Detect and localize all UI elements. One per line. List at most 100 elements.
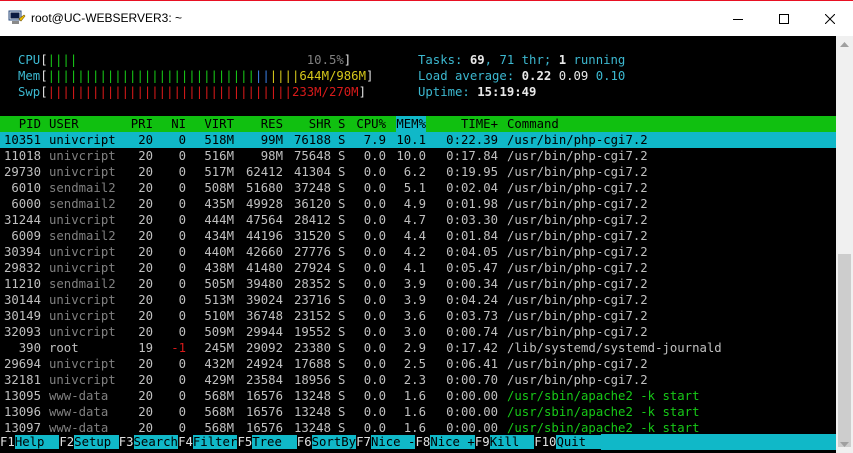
cell-mem: 1.6 [403,405,426,419]
cell-time: 0:22.39 [446,133,498,147]
cell-res: 44196 [245,229,283,243]
fkey-key: F1 [0,435,15,449]
table-row[interactable]: 31244 univcript 20 0 444M 47564 28412 S 0.0 4.7 0:… [0,212,836,228]
column-header-pri[interactable]: PRI [131,116,153,132]
cell-ni: -1 [171,341,186,355]
column-header-res[interactable]: RES [261,116,283,132]
mem-bar-used: |||||||||||||||||||||||||||| [47,69,255,83]
fkey-f5[interactable]: F5Tree [237,434,297,450]
table-row[interactable]: 29832 univcript 20 0 438M 41480 27924 S 0.0 4.1 0:… [0,260,836,276]
cell-shr: 13248 [293,389,331,403]
fkey-f8[interactable]: F8Nice + [415,434,475,450]
scroll-thumb[interactable] [838,254,851,447]
cell-pri: 20 [138,197,153,211]
table-row[interactable]: 13095 www-data 20 0 568M 16576 13248 S 0.0 1.6 0:0… [0,388,836,404]
cell-mem: 4.7 [403,213,426,227]
cell-shr: 23152 [293,309,331,323]
fkey-f2[interactable]: F2Setup [59,434,119,450]
cell-mem: 2.3 [403,373,426,387]
fkey-f1[interactable]: F1Help [0,434,60,450]
table-row[interactable]: 32181 univcript 20 0 429M 23584 18956 S 0.0 2.3 0:… [0,372,836,388]
cell-s: S [338,373,346,387]
column-header-ni[interactable]: NI [171,116,186,132]
table-row[interactable]: 11210 sendmail2 20 0 505M 39480 28352 S 0.0 3.9 0:… [0,276,836,292]
fkey-label: Kill [489,435,535,449]
table-row[interactable]: 32093 univcript 20 0 509M 29944 19552 S 0.0 3.0 0:… [0,324,836,340]
cell-s: S [338,261,346,275]
fkey-f10[interactable]: F10Quit [534,434,601,450]
fkey-f7[interactable]: F7Nice - [356,434,416,450]
mem-bar-buffers: || [254,69,270,83]
fkey-label: Setup [74,435,119,449]
cell-s: S [338,213,346,227]
table-row[interactable]: 13096 www-data 20 0 568M 16576 13248 S 0.0 1.6 0:0… [0,404,836,420]
cell-cmd: /usr/sbin/apache2 -k start [507,389,700,403]
maximize-button[interactable] [761,1,807,37]
table-row-selected[interactable]: 10351 univcript 20 0 518M 99M 76188 S 7.9 10.1 0:2… [0,132,836,148]
vertical-scrollbar[interactable] [836,36,853,453]
column-header-shr[interactable]: SHR [309,116,331,132]
close-button[interactable] [807,1,853,37]
cell-virt: 510M [204,309,234,323]
cell-cmd: /usr/bin/php-cgi7.2 [507,245,648,259]
cell-user: sendmail2 [49,229,116,243]
cell-mem: 3.9 [403,293,426,307]
cell-user: univcript [49,213,116,227]
column-header-time[interactable]: TIME+ [461,116,498,132]
column-header-virt[interactable]: VIRT [204,116,234,132]
cell-cmd: /usr/bin/php-cgi7.2 [507,229,648,243]
cell-s: S [338,325,346,339]
cell-ni: 0 [178,309,186,323]
cell-cpu: 0.0 [363,245,386,259]
fkey-f4[interactable]: F4Filter [178,434,238,450]
cell-ni: 0 [178,149,186,163]
cpu-meter: CPU[|||| 10.5%] [18,53,352,67]
terminal-screen[interactable]: CPU[|||| 10.5%] Mem[||||||||||||||||||||… [0,36,836,453]
cell-ni: 0 [178,197,186,211]
fkey-f6[interactable]: F6SortBy [296,434,357,450]
cell-user: univcript [49,245,116,259]
cell-pid: 29694 [3,357,41,371]
cell-s: S [338,149,346,163]
cell-user: univcript [49,373,116,387]
putty-icon[interactable] [8,10,26,26]
table-row[interactable]: 11018 univcript 20 0 516M 98M 75648 S 0.0 10.0 0:1… [0,148,836,164]
table-row[interactable]: 6009 sendmail2 20 0 434M 44196 31520 S 0.0 4.4 0:0… [0,228,836,244]
cell-cpu: 7.9 [363,133,386,147]
cell-cpu: 0.0 [363,405,386,419]
fkey-key: F5 [237,435,253,449]
fkey-key: F2 [59,435,75,449]
cell-time: 0:06.41 [446,357,498,371]
cell-ni: 0 [178,165,186,179]
cell-virt: 429M [204,373,234,387]
table-row[interactable]: 29694 univcript 20 0 432M 24924 17688 S 0.0 2.5 0:… [0,356,836,372]
column-header-command[interactable]: Command [507,116,559,132]
cell-shr: 75648 [293,149,331,163]
column-header-pid[interactable]: PID [19,116,41,132]
cell-pri: 20 [138,277,153,291]
table-row[interactable]: 30149 univcript 20 0 510M 36748 23152 S 0.0 3.6 0:… [0,308,836,324]
scroll-up-button[interactable] [836,36,853,53]
cell-pri: 20 [138,181,153,195]
fkey-label: Filter [192,435,238,449]
cell-pri: 20 [138,357,153,371]
table-row[interactable]: 6010 sendmail2 20 0 508M 51680 37248 S 0.0 5.1 0:0… [0,180,836,196]
cell-pri: 20 [138,213,153,227]
process-table-header[interactable]: PID USER PRI NI VIRT RES SHR S CPU% MEM% TIME+ Comm… [0,116,836,132]
fkey-f3[interactable]: F3Search [118,434,178,450]
table-row[interactable]: 390 root 19 -1 245M 29092 23380 S 0.0 2.9 0:17.42 /… [0,340,836,356]
fkey-f9[interactable]: F9Kill [474,434,535,450]
table-row[interactable]: 30394 univcript 20 0 440M 42660 27776 S 0.0 4.2 0:… [0,244,836,260]
column-header-mem[interactable]: MEM% [396,116,426,132]
minimize-button[interactable] [715,1,761,37]
scroll-down-button[interactable] [836,436,853,453]
fkey-key: F7 [356,435,371,449]
table-row[interactable]: 29730 univcript 20 0 517M 62412 41304 S 0.0 6.2 0:… [0,164,836,180]
column-header-cpu[interactable]: CPU% [356,116,386,132]
column-header-user[interactable]: USER [49,116,79,132]
table-row[interactable]: 6000 sendmail2 20 0 435M 49928 36120 S 0.0 4.9 0:0… [0,196,836,212]
table-row[interactable]: 30144 univcript 20 0 513M 39024 23716 S 0.0 3.9 0:… [0,292,836,308]
column-header-s[interactable]: S [338,116,345,132]
fkey-bar-filler [601,434,836,450]
fkey-label: Quit [556,435,601,449]
